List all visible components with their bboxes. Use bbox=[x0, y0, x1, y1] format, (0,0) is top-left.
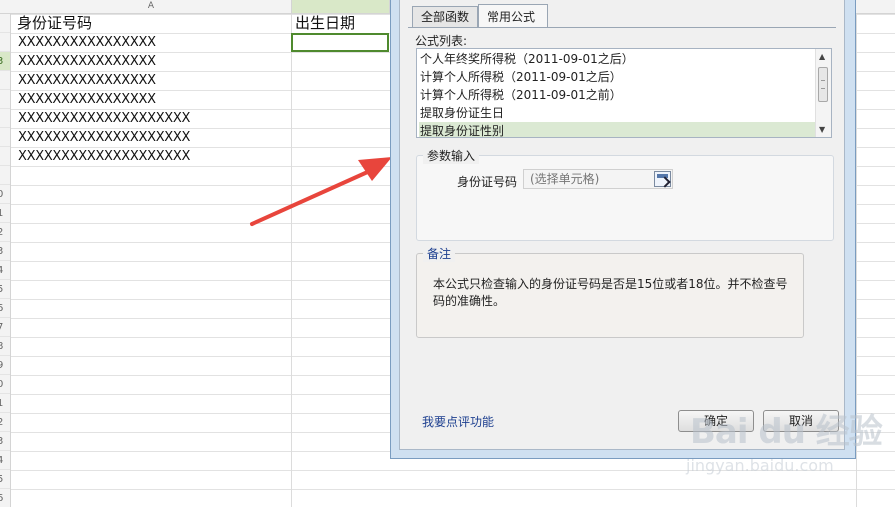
notes-groupbox: 备注 本公式只检查输入的身份证号码是否是15位或者18位。并不检查号码的准确性。 bbox=[416, 245, 804, 338]
row-number[interactable]: 4 bbox=[0, 261, 10, 280]
row-number[interactable]: 6 bbox=[0, 299, 10, 318]
list-item[interactable]: 提取身份证生日 bbox=[419, 104, 816, 122]
list-item[interactable]: 计算个人所得税（2011-09-01之后） bbox=[419, 68, 816, 86]
tab-common-formulas[interactable]: 常用公式 bbox=[478, 4, 548, 28]
formula-list-label: 公式列表: bbox=[415, 34, 468, 48]
row-number[interactable]: 8 bbox=[0, 337, 10, 356]
cell-id-value[interactable]: XXXXXXXXXXXXXXXXXXXX bbox=[18, 128, 190, 147]
params-groupbox: 参数输入 身份证号码 bbox=[416, 147, 834, 241]
row-number[interactable] bbox=[0, 90, 10, 109]
list-item[interactable]: 个人年终奖所得税（2011-09-01之后） bbox=[419, 50, 816, 68]
column-header-b[interactable] bbox=[292, 0, 390, 13]
notes-text: 本公式只检查输入的身份证号码是否是15位或者18位。并不检查号码的准确性。 bbox=[433, 277, 788, 308]
cell-id-value[interactable]: XXXXXXXXXXXXXXXXXXXX bbox=[18, 109, 190, 128]
cancel-button[interactable]: 取消 bbox=[763, 410, 839, 432]
selected-cell-b2[interactable] bbox=[291, 33, 389, 52]
row-number[interactable]: 3 bbox=[0, 432, 10, 451]
ok-button[interactable]: 确定 bbox=[678, 410, 754, 432]
feedback-link[interactable]: 我要点评功能 bbox=[422, 413, 494, 430]
row-number[interactable]: 7 bbox=[0, 318, 10, 337]
cell-id-value[interactable]: XXXXXXXXXXXXXXXX bbox=[18, 71, 156, 90]
row-number[interactable]: 2 bbox=[0, 413, 10, 432]
row-number[interactable]: 2 bbox=[0, 223, 10, 242]
cell-reference-input[interactable] bbox=[523, 169, 673, 189]
column-divider bbox=[291, 14, 292, 507]
cell-id-value[interactable]: XXXXXXXXXXXXXXXX bbox=[18, 90, 156, 109]
row-number[interactable]: 6 bbox=[0, 489, 10, 507]
row-number[interactable] bbox=[0, 14, 10, 33]
scroll-down-icon[interactable]: ▼ bbox=[819, 126, 825, 134]
row-number[interactable]: 1 bbox=[0, 394, 10, 413]
tab-divider bbox=[408, 27, 836, 28]
notes-title: 备注 bbox=[423, 245, 456, 262]
cell-id-header[interactable]: 身份证号码 bbox=[17, 14, 92, 33]
row-number[interactable] bbox=[0, 109, 10, 128]
cell-id-value[interactable]: XXXXXXXXXXXXXXXX bbox=[18, 52, 156, 71]
row-number[interactable] bbox=[0, 166, 10, 185]
row-number[interactable]: 5 bbox=[0, 280, 10, 299]
row-number[interactable]: 4 bbox=[0, 451, 10, 470]
formula-helper-dialog: 全部函数 常用公式 公式列表: 个人年终奖所得税（2011-09-01之后） 计… bbox=[390, 0, 856, 459]
list-item[interactable]: 计算个人所得税（2011-09-01之前） bbox=[419, 86, 816, 104]
column-divider bbox=[856, 14, 857, 507]
formula-listbox[interactable]: 个人年终奖所得税（2011-09-01之后） 计算个人所得税（2011-09-0… bbox=[416, 48, 832, 138]
row-number[interactable]: 1 bbox=[0, 204, 10, 223]
row-number[interactable]: 9 bbox=[0, 356, 10, 375]
scrollbar-thumb[interactable] bbox=[818, 67, 828, 102]
row-number[interactable] bbox=[0, 71, 10, 90]
list-item-selected[interactable]: 提取身份证性别 bbox=[419, 122, 816, 137]
row-number-column: 301234567890123456 bbox=[0, 14, 11, 507]
cell-birth-header[interactable]: 出生日期 bbox=[295, 14, 355, 33]
row-number[interactable]: 5 bbox=[0, 470, 10, 489]
dialog-body: 全部函数 常用公式 公式列表: 个人年终奖所得税（2011-09-01之后） 计… bbox=[399, 0, 845, 450]
scroll-up-icon[interactable]: ▲ bbox=[819, 53, 825, 61]
row-number[interactable]: 0 bbox=[0, 375, 10, 394]
list-scrollbar[interactable]: ▲ ▼ bbox=[815, 49, 831, 137]
params-title: 参数输入 bbox=[423, 147, 480, 164]
range-select-icon[interactable] bbox=[654, 171, 671, 187]
row-number[interactable] bbox=[0, 128, 10, 147]
row-number[interactable] bbox=[0, 147, 10, 166]
tab-all-functions[interactable]: 全部函数 bbox=[412, 6, 478, 27]
row-number[interactable]: 3 bbox=[0, 242, 10, 261]
cell-id-value[interactable]: XXXXXXXXXXXXXXXX bbox=[18, 33, 156, 52]
id-number-label: 身份证号码 bbox=[457, 175, 518, 189]
column-header-a[interactable]: A bbox=[11, 0, 292, 13]
row-number[interactable] bbox=[0, 33, 10, 52]
row-number[interactable]: 3 bbox=[0, 52, 10, 71]
cell-id-value[interactable]: XXXXXXXXXXXXXXXXXXXX bbox=[18, 147, 190, 166]
row-number[interactable]: 0 bbox=[0, 185, 10, 204]
